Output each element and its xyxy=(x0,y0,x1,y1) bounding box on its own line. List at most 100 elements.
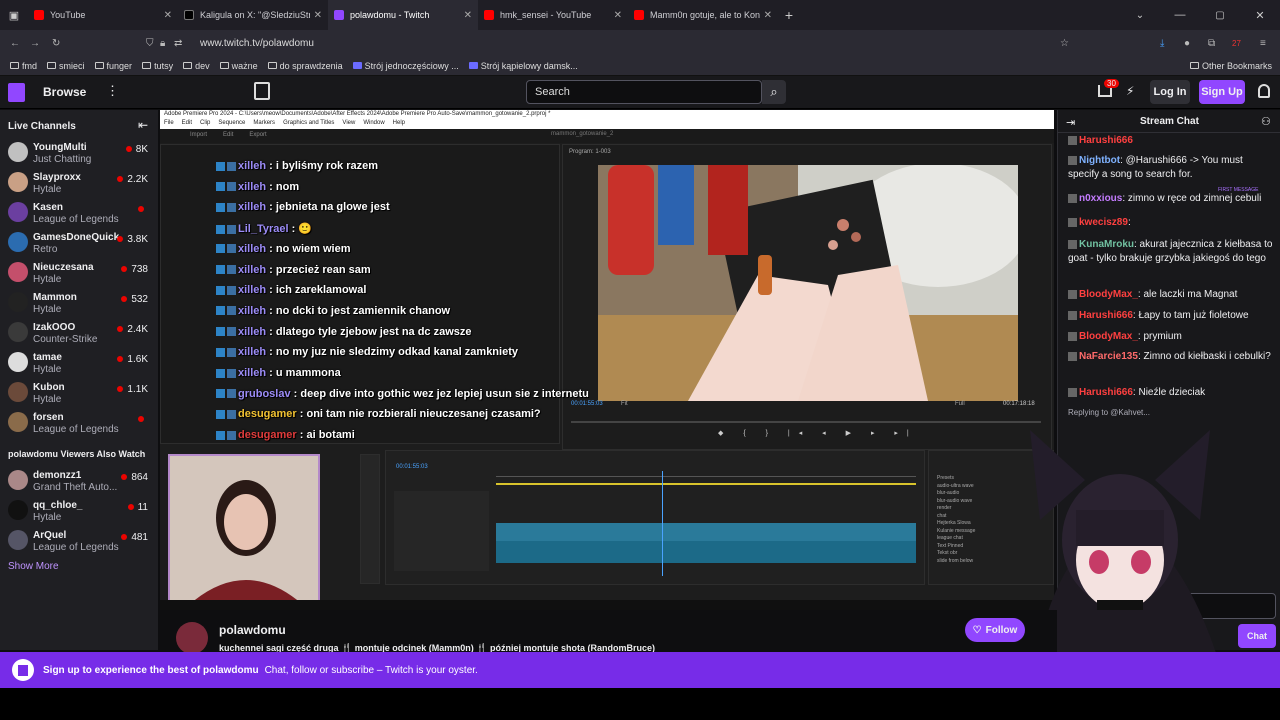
premiere-menu-item[interactable]: Graphics and Titles xyxy=(283,120,334,129)
extension-badge[interactable]: 27 xyxy=(1232,39,1260,48)
close-tab-icon[interactable]: ✕ xyxy=(764,10,772,21)
chat-users-icon[interactable]: ⚇ xyxy=(1261,115,1271,128)
collapse-sidebar-icon[interactable]: ⇤ xyxy=(138,118,148,132)
recommended-channel[interactable]: qq_chloe_ Hytale 11 xyxy=(6,496,156,526)
close-tab-icon[interactable]: ✕ xyxy=(164,10,172,21)
bookmark-folder[interactable]: smieci xyxy=(47,61,85,71)
premiere-workspace-tab[interactable]: Export xyxy=(249,132,266,140)
show-more-link[interactable]: Show More xyxy=(8,561,59,572)
user-icon[interactable] xyxy=(1258,84,1270,98)
sidebar-channel[interactable]: tamae Hytale 1.6K xyxy=(6,348,156,378)
tab-overview-icon[interactable]: ▣ xyxy=(0,0,28,30)
work-area-bar[interactable] xyxy=(496,483,916,485)
effect-preset-item[interactable]: Kulanie message xyxy=(937,528,975,536)
premiere-workspace-tab[interactable]: Import xyxy=(190,132,207,140)
browser-tab-active[interactable]: polawdomu - Twitch ✕ xyxy=(328,0,478,30)
back-icon[interactable]: ← xyxy=(10,38,30,49)
sidebar-channel[interactable]: forsen League of Legends xyxy=(6,408,156,438)
chat-username[interactable]: kwecisz89 xyxy=(1079,217,1128,228)
premiere-menu-item[interactable]: File xyxy=(164,120,174,129)
fit-dropdown[interactable]: Fit xyxy=(621,401,628,407)
forward-icon[interactable]: → xyxy=(30,38,52,49)
signup-button[interactable]: Sign Up xyxy=(1199,80,1245,104)
lock-icon[interactable]: 🔒︎ xyxy=(160,38,174,49)
close-tab-icon[interactable]: ✕ xyxy=(314,10,322,21)
menu-icon[interactable]: ≡ xyxy=(1260,38,1280,49)
sidebar-channel[interactable]: Mammon Hytale 532 xyxy=(6,288,156,318)
premiere-menu-item[interactable]: Edit xyxy=(182,120,192,129)
browser-tab[interactable]: YouTube ✕ xyxy=(28,0,178,30)
channel-avatar[interactable] xyxy=(176,622,208,654)
browser-tab[interactable]: Mamm0n gotuje, ale to Konono✕ xyxy=(628,0,778,30)
audio-track-clip[interactable] xyxy=(496,541,916,563)
recommended-channel[interactable]: demonzz1 Grand Theft Auto... 864 xyxy=(6,466,156,496)
close-window-button[interactable]: ✕ xyxy=(1240,9,1280,22)
sidebar-channel[interactable]: YoungMulti Just Chatting 8K xyxy=(6,138,156,168)
effect-preset-item[interactable]: slide from below xyxy=(937,558,975,566)
sidebar-channel[interactable]: Slayproxx Hytale 2.2K xyxy=(6,168,156,198)
transport-controls[interactable]: ◆ { } |◂ ◂ ▶ ▸ ▸| xyxy=(718,429,918,437)
effect-preset-item[interactable]: render xyxy=(937,505,975,513)
premiere-menu-item[interactable]: Help xyxy=(393,120,405,129)
bookmark-folder[interactable]: funger xyxy=(94,61,132,71)
login-button[interactable]: Log In xyxy=(1150,80,1190,104)
bits-icon[interactable]: ⚡︎ xyxy=(1126,84,1134,98)
bookmark-folder[interactable]: ważne xyxy=(219,61,258,71)
video-track-clip[interactable] xyxy=(496,523,916,541)
more-options-icon[interactable]: ⋮ xyxy=(106,83,119,99)
url-bar[interactable]: www.twitch.tv/polawdomu xyxy=(200,38,900,49)
chat-username[interactable]: Harushi666 xyxy=(1079,387,1133,398)
search-button[interactable]: ⌕ xyxy=(762,80,786,104)
chat-username[interactable]: Harushi666 xyxy=(1079,135,1133,146)
account-icon[interactable]: ● xyxy=(1184,38,1208,49)
channel-name[interactable]: polawdomu xyxy=(219,623,286,637)
effect-preset-item[interactable]: blur-audio wave xyxy=(937,498,975,506)
sidebar-channel[interactable]: IzakOOO Counter-Strike 2.4K xyxy=(6,318,156,348)
effect-preset-item[interactable]: blur-audio xyxy=(937,490,975,498)
scrub-bar[interactable] xyxy=(571,421,1041,423)
bookmark-folder[interactable]: fmd xyxy=(10,61,37,71)
prime-loot-icon[interactable] xyxy=(254,82,270,100)
browser-tab[interactable]: hmk_sensei - YouTube ✕ xyxy=(478,0,628,30)
sidebar-channel[interactable]: Kasen League of Legends xyxy=(6,198,156,228)
search-input[interactable]: Search xyxy=(526,80,762,104)
premiere-menu-item[interactable]: Sequence xyxy=(218,120,245,129)
premiere-menu-item[interactable]: Window xyxy=(363,120,384,129)
browser-tab[interactable]: Kaligula on X: "@SledziuStreamer"✕ xyxy=(178,0,328,30)
sidebar-channel[interactable]: Kubon Hytale 1.1K xyxy=(6,378,156,408)
twitch-logo-icon[interactable] xyxy=(8,83,25,102)
effect-preset-item[interactable]: chat xyxy=(937,513,975,521)
effect-preset-item[interactable]: audio-ultra wave xyxy=(937,483,975,491)
close-tab-icon[interactable]: ✕ xyxy=(614,10,622,21)
chat-username[interactable]: Harushi666 xyxy=(1079,310,1133,321)
bookmark-link[interactable]: Strój jednoczęściowy ... xyxy=(352,61,459,71)
follow-button[interactable]: ♡ Follow xyxy=(965,618,1025,642)
downloads-icon[interactable]: ⤓ xyxy=(1160,38,1184,49)
effect-preset-item[interactable]: Tekst obr xyxy=(937,550,975,558)
sidebar-channel[interactable]: Nieuczesana Hytale 738 xyxy=(6,258,156,288)
video-player[interactable]: Adobe Premiere Pro 2024 - C:\Users\meow\… xyxy=(160,110,1054,610)
reload-icon[interactable]: ↻ xyxy=(52,38,146,49)
resolution-dropdown[interactable]: Full xyxy=(955,401,965,407)
new-tab-button[interactable]: + xyxy=(778,7,800,23)
extension-icon[interactable]: ⧉ xyxy=(1208,38,1232,49)
recommended-channel[interactable]: ArQuel League of Legends 481 xyxy=(6,526,156,556)
shield-icon[interactable]: ⛉ xyxy=(146,38,160,49)
collapse-chat-icon[interactable]: ⇥ xyxy=(1066,116,1075,129)
other-bookmarks[interactable]: Other Bookmarks xyxy=(1189,61,1272,71)
bookmark-folder[interactable]: tutsy xyxy=(142,61,173,71)
tab-list-icon[interactable]: ⌄ xyxy=(1120,10,1160,21)
premiere-menu-item[interactable]: Markers xyxy=(253,120,275,129)
chat-username[interactable]: n0xxious xyxy=(1079,193,1122,204)
premiere-workspace-tab[interactable]: Edit xyxy=(223,132,233,140)
bookmark-link[interactable]: Strój kąpielowy damsk... xyxy=(468,61,578,71)
chat-username[interactable]: BloodyMax_ xyxy=(1079,331,1138,342)
browse-link[interactable]: Browse xyxy=(43,85,86,99)
effect-preset-item[interactable]: Hejterka Slowa xyxy=(937,520,975,528)
effect-preset-item[interactable]: Text Pinned xyxy=(937,543,975,551)
playhead-line[interactable] xyxy=(662,471,663,576)
bookmark-folder[interactable]: do sprawdzenia xyxy=(267,61,343,71)
permissions-icon[interactable]: ⇄ xyxy=(174,38,200,49)
premiere-menu-item[interactable]: View xyxy=(342,120,355,129)
bookmark-folder[interactable]: dev xyxy=(183,61,210,71)
